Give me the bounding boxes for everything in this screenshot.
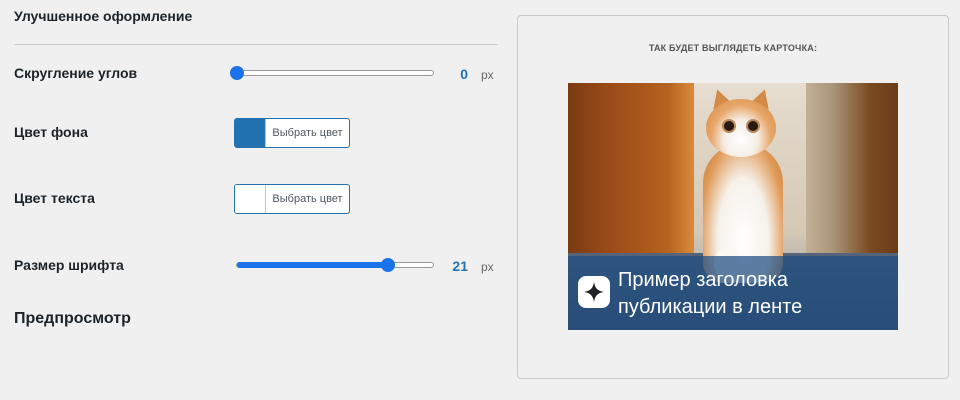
- cat-eye-right: [746, 119, 760, 133]
- font-size-label: Размер шрифта: [14, 257, 124, 273]
- corner-radius-value: 0: [460, 66, 468, 82]
- font-size-unit: px: [481, 260, 494, 274]
- bg-color-label: Цвет фона: [14, 124, 88, 140]
- cat-head: [706, 99, 776, 157]
- corner-radius-slider[interactable]: [230, 66, 434, 80]
- text-color-picker-button[interactable]: Выбрать цвет: [234, 184, 350, 214]
- text-color-swatch: [235, 185, 266, 213]
- corner-radius-slider-thumb[interactable]: [230, 66, 244, 80]
- section-title: Улучшенное оформление: [14, 8, 193, 24]
- corner-radius-unit: px: [481, 68, 494, 82]
- card-badge: [578, 276, 610, 308]
- font-size-value: 21: [452, 258, 468, 274]
- preview-heading: Предпросмотр: [14, 310, 131, 327]
- bg-color-swatch: [235, 119, 266, 147]
- preview-caption: ТАК БУДЕТ ВЫГЛЯДЕТЬ КАРТОЧКА:: [648, 43, 818, 53]
- font-size-slider-thumb[interactable]: [380, 258, 395, 272]
- font-size-slider-fill: [237, 262, 388, 268]
- font-size-slider[interactable]: [236, 258, 434, 272]
- preview-panel: ТАК БУДЕТ ВЫГЛЯДЕТЬ КАРТОЧКА: Пример заг…: [517, 15, 949, 379]
- bg-color-picker-button[interactable]: Выбрать цвет: [234, 118, 350, 148]
- preview-card[interactable]: Пример заголовка публикации в ленте: [568, 83, 898, 330]
- card-title: Пример заголовка публикации в ленте: [618, 269, 803, 318]
- sparkle-icon: [583, 281, 605, 303]
- cat-eye-left: [722, 119, 736, 133]
- section-divider: [14, 44, 498, 45]
- bg-color-button-label: Выбрать цвет: [272, 127, 343, 139]
- text-color-button-label: Выбрать цвет: [272, 193, 343, 205]
- corner-radius-label: Скругление углов: [14, 65, 138, 81]
- text-color-label: Цвет текста: [14, 190, 95, 206]
